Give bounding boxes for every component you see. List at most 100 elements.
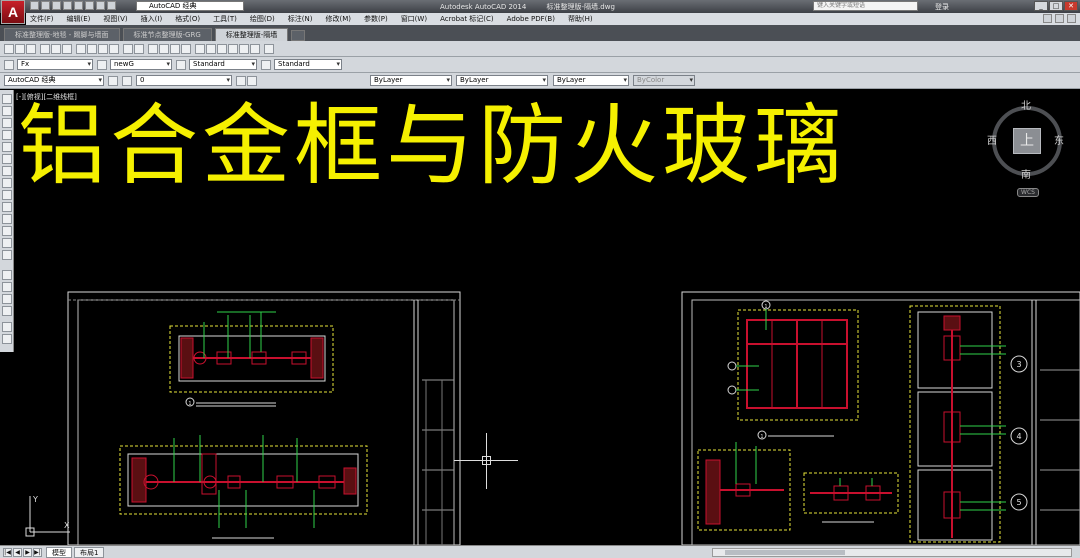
- text-style-icon[interactable]: [4, 60, 14, 70]
- dim-style-select[interactable]: newG: [110, 59, 172, 70]
- construction-line-icon[interactable]: [2, 106, 12, 116]
- linetype-select[interactable]: ByLayer: [456, 75, 548, 86]
- multiline-text-icon[interactable]: [2, 322, 12, 332]
- plot-icon[interactable]: [40, 44, 50, 54]
- design-center-icon[interactable]: [206, 44, 216, 54]
- hatch-icon[interactable]: [2, 270, 12, 280]
- open-icon[interactable]: [15, 44, 25, 54]
- menu-window[interactable]: 窗口(W): [397, 14, 436, 24]
- layer-properties-icon[interactable]: [122, 76, 132, 86]
- menu-tools[interactable]: 工具(T): [209, 14, 246, 24]
- color-select[interactable]: ByLayer: [370, 75, 452, 86]
- lineweight-select[interactable]: ByLayer: [553, 75, 629, 86]
- menu-help[interactable]: 帮助(H): [564, 14, 602, 24]
- mleader-style-icon[interactable]: [261, 60, 271, 70]
- drawing-canvas[interactable]: [-][俯视][二维线框] 3 4 5 1 1 1 铝合金框与防火玻璃 北 南 …: [14, 90, 1080, 545]
- scrollbar-thumb[interactable]: [725, 550, 845, 555]
- first-layout-icon[interactable]: |◀: [3, 548, 12, 557]
- paste-icon[interactable]: [98, 44, 108, 54]
- menu-adobe-pdf[interactable]: Adobe PDF(B): [503, 15, 564, 23]
- tab-model[interactable]: 模型: [46, 547, 72, 558]
- menu-view[interactable]: 视图(V): [99, 14, 136, 24]
- save-icon[interactable]: [52, 1, 61, 10]
- menu-acrobat[interactable]: Acrobat 标记(C): [436, 14, 503, 24]
- revision-cloud-icon[interactable]: [2, 178, 12, 188]
- properties-icon[interactable]: [195, 44, 205, 54]
- ellipse-icon[interactable]: [2, 202, 12, 212]
- compass-south[interactable]: 南: [1021, 166, 1031, 181]
- tool-palettes-icon[interactable]: [217, 44, 227, 54]
- gradient-icon[interactable]: [2, 282, 12, 292]
- menu-modify[interactable]: 修改(M): [321, 14, 360, 24]
- dim-style-icon[interactable]: [97, 60, 107, 70]
- plot-preview-icon[interactable]: [51, 44, 61, 54]
- autocad-app-menu-button[interactable]: A: [1, 0, 25, 24]
- layer-previous-icon[interactable]: [247, 76, 257, 86]
- sheet-set-icon[interactable]: [228, 44, 238, 54]
- doc-close-icon[interactable]: [1067, 14, 1076, 23]
- insert-block-icon[interactable]: [2, 226, 12, 236]
- save-icon[interactable]: [26, 44, 36, 54]
- next-layout-icon[interactable]: ▶: [23, 548, 32, 557]
- prev-layout-icon[interactable]: ◀: [13, 548, 22, 557]
- line-tool-icon[interactable]: [2, 94, 12, 104]
- menu-parametric[interactable]: 参数(P): [360, 14, 397, 24]
- workspace-select[interactable]: AutoCAD 经典: [136, 1, 244, 11]
- region-icon[interactable]: [2, 294, 12, 304]
- help-search-input[interactable]: 键入关键字或短语: [813, 1, 918, 11]
- file-tab-1[interactable]: 标准整理版-地毯 - 踢脚与墙面: [4, 28, 120, 41]
- tab-layout1[interactable]: 布局1: [74, 547, 105, 558]
- doc-restore-icon[interactable]: [1055, 14, 1064, 23]
- compass-east[interactable]: 东: [1054, 132, 1064, 147]
- save-as-icon[interactable]: [63, 1, 72, 10]
- layer-select[interactable]: 0: [136, 75, 232, 86]
- new-file-icon[interactable]: [30, 1, 39, 10]
- table-style-icon[interactable]: [176, 60, 186, 70]
- markup-icon[interactable]: [239, 44, 249, 54]
- publish-icon[interactable]: [62, 44, 72, 54]
- zoom-realtime-icon[interactable]: [159, 44, 169, 54]
- table-style-select[interactable]: Standard: [189, 59, 257, 70]
- menu-dimension[interactable]: 标注(N): [284, 14, 322, 24]
- last-layout-icon[interactable]: ▶|: [33, 548, 42, 557]
- menu-file[interactable]: 文件(F): [26, 14, 63, 24]
- compass-north[interactable]: 北: [1021, 97, 1031, 112]
- pan-icon[interactable]: [148, 44, 158, 54]
- circle-icon[interactable]: [2, 166, 12, 176]
- redo-icon[interactable]: [134, 44, 144, 54]
- make-block-icon[interactable]: [2, 238, 12, 248]
- horizontal-scrollbar[interactable]: [712, 548, 1072, 557]
- table-icon[interactable]: [2, 306, 12, 316]
- undo-icon[interactable]: [85, 1, 94, 10]
- compass-west[interactable]: 西: [987, 132, 997, 147]
- ellipse-arc-icon[interactable]: [2, 214, 12, 224]
- menu-insert[interactable]: 插入(I): [137, 14, 172, 24]
- file-tab-3[interactable]: 标准整理版-隔墙: [214, 28, 289, 41]
- polyline-icon[interactable]: [2, 118, 12, 128]
- add-selected-icon[interactable]: [2, 334, 12, 344]
- make-current-layer-icon[interactable]: [236, 76, 246, 86]
- text-style-select[interactable]: Fx: [17, 59, 93, 70]
- open-file-icon[interactable]: [41, 1, 50, 10]
- viewcube[interactable]: 北 南 东 西 上 WCS: [984, 96, 1080, 200]
- copy-icon[interactable]: [87, 44, 97, 54]
- maximize-button[interactable]: □: [1049, 1, 1063, 11]
- rectangle-icon[interactable]: [2, 142, 12, 152]
- minimize-button[interactable]: _: [1034, 1, 1048, 11]
- doc-minimize-icon[interactable]: [1043, 14, 1052, 23]
- new-icon[interactable]: [4, 44, 14, 54]
- zoom-previous-icon[interactable]: [181, 44, 191, 54]
- file-tab-2[interactable]: 标准节点整理版-GRG: [122, 28, 212, 41]
- new-tab-button[interactable]: [291, 30, 306, 41]
- point-icon[interactable]: [2, 250, 12, 260]
- polygon-icon[interactable]: [2, 130, 12, 140]
- help-icon[interactable]: [264, 44, 274, 54]
- cut-icon[interactable]: [76, 44, 86, 54]
- workspace-settings-icon[interactable]: [108, 76, 118, 86]
- menu-draw[interactable]: 绘图(D): [246, 14, 284, 24]
- menu-format[interactable]: 格式(O): [171, 14, 209, 24]
- sign-in-button[interactable]: 登录: [935, 2, 949, 12]
- menu-edit[interactable]: 编辑(E): [63, 14, 100, 24]
- arc-icon[interactable]: [2, 154, 12, 164]
- wcs-menu[interactable]: WCS: [1017, 188, 1039, 197]
